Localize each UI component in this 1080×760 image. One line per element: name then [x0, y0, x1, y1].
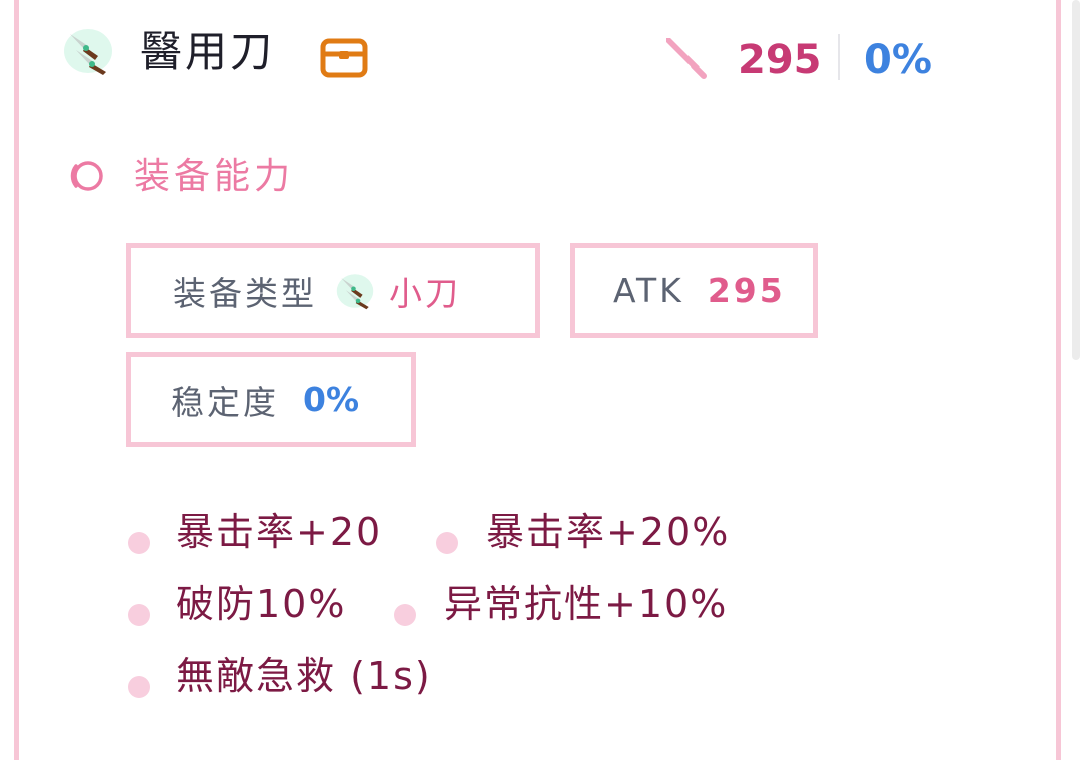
ability-item: 暴击率+20% [486, 510, 731, 554]
panel-border-right [1056, 0, 1061, 760]
scrollbar[interactable] [1072, 0, 1080, 360]
item-name: 醫用刀 [140, 27, 276, 76]
item-detail-panel: 醫用刀 295 0% 装备能力 装备类型 小刀 ATK 295 稳定度 0% 暴… [0, 0, 1080, 760]
stat-divider [838, 34, 840, 80]
bullet [128, 604, 150, 626]
bullet [436, 532, 458, 554]
equip-type-box: 装备类型 小刀 [126, 243, 540, 338]
chest-icon [320, 38, 368, 78]
small-knife-icon [336, 273, 374, 309]
stability-label: 稳定度 [171, 382, 279, 422]
ability-item: 無敵急救 (1s) [176, 654, 432, 698]
atk-label: ATK [613, 271, 684, 310]
stability-summary-value: 0% [864, 37, 932, 83]
bullet [394, 604, 416, 626]
atk-summary-value: 295 [738, 37, 822, 83]
bullet [128, 532, 150, 554]
equip-type-value: 小刀 [389, 273, 461, 313]
ability-item: 破防10% [176, 582, 347, 626]
equip-type-label: 装备类型 [173, 273, 317, 313]
bullet [128, 676, 150, 698]
atk-box: ATK 295 [570, 243, 818, 338]
swirl-icon [70, 161, 103, 191]
ability-item: 暴击率+20 [176, 510, 383, 554]
stability-value: 0% [303, 380, 360, 419]
sword-icon [666, 38, 707, 79]
twin-knife-icon [64, 29, 112, 75]
stability-box: 稳定度 0% [126, 352, 416, 447]
atk-value: 295 [707, 271, 786, 310]
panel-border-left [14, 0, 19, 760]
ability-item: 异常抗性+10% [444, 582, 729, 626]
section-title: 装备能力 [134, 156, 295, 197]
